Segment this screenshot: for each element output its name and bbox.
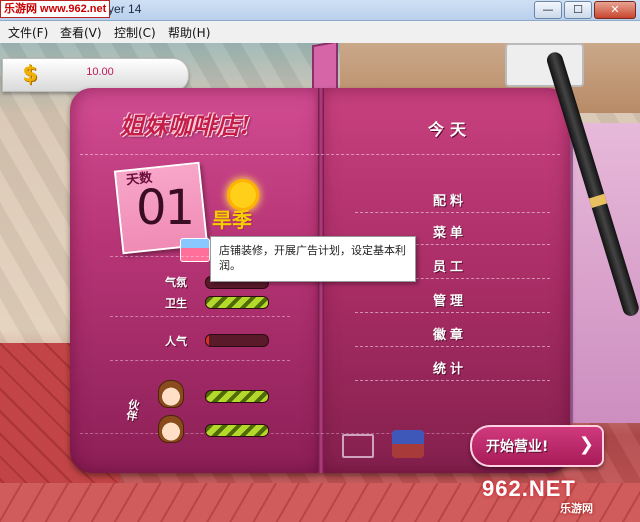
menu-divider: [355, 212, 550, 213]
checklist-icon[interactable]: [342, 434, 374, 458]
staff-bar: [205, 424, 269, 437]
season-label: 旱季: [212, 208, 252, 232]
menu-control[interactable]: 控制(C): [114, 24, 156, 41]
minimize-button[interactable]: —: [534, 1, 562, 19]
divider: [110, 316, 290, 317]
site-watermark-sub: 乐游网: [560, 502, 593, 515]
menu-file[interactable]: 文件(F): [8, 24, 48, 41]
staff-avatar[interactable]: [158, 415, 184, 443]
stat-label-atmosphere: 气氛: [165, 276, 187, 289]
menu-management[interactable]: 管理: [370, 290, 530, 309]
money-value: 10.00: [86, 66, 114, 78]
menu-help[interactable]: 帮助(H): [168, 24, 210, 41]
dollar-icon: $: [22, 62, 38, 87]
stat-label-hygiene: 卫生: [165, 297, 187, 310]
popularity-bar: [205, 334, 269, 347]
recipe-book-icon[interactable]: [392, 430, 424, 458]
menu-divider: [355, 346, 550, 347]
menu-divider: [355, 312, 550, 313]
coffee-machine: [505, 43, 584, 87]
day-number: 01: [136, 180, 195, 236]
divider: [110, 360, 290, 361]
shop-title: 姐妹咖啡店!: [120, 111, 251, 140]
menu-view[interactable]: 查看(V): [60, 24, 102, 41]
maximize-button[interactable]: ☐: [564, 1, 592, 19]
stitch-line: [80, 154, 560, 155]
site-watermark: 乐游网 www.962.net: [0, 0, 111, 18]
menu-bar: 文件(F) 查看(V) 控制(C) 帮助(H): [0, 21, 640, 44]
window-titlebar: Adobe Flash Player 14 乐游网 www.962.net — …: [0, 0, 640, 21]
menu-ingredients[interactable]: 配料: [370, 190, 530, 209]
tooltip: 店铺装修，开展广告计划，设定基本利润。: [210, 236, 416, 282]
menu-divider: [355, 380, 550, 381]
store-icon[interactable]: [180, 238, 210, 262]
staff-avatar[interactable]: [158, 380, 184, 408]
start-business-label: 开始营业!: [486, 439, 549, 455]
menu-badges[interactable]: 徽章: [370, 324, 530, 343]
close-button[interactable]: ✕: [594, 1, 636, 19]
staff-bar: [205, 390, 269, 403]
window-controls: — ☐ ✕: [534, 1, 636, 19]
stat-label-popularity: 人气: [165, 335, 187, 348]
start-business-button[interactable]: 开始营业! ❯: [470, 425, 604, 467]
menu-statistics[interactable]: 统计: [370, 358, 530, 377]
site-watermark-logo: 962.NET: [482, 476, 576, 501]
today-title: 今天: [427, 120, 472, 139]
hygiene-bar: [205, 296, 269, 309]
chevron-right-icon: ❯: [578, 434, 594, 455]
